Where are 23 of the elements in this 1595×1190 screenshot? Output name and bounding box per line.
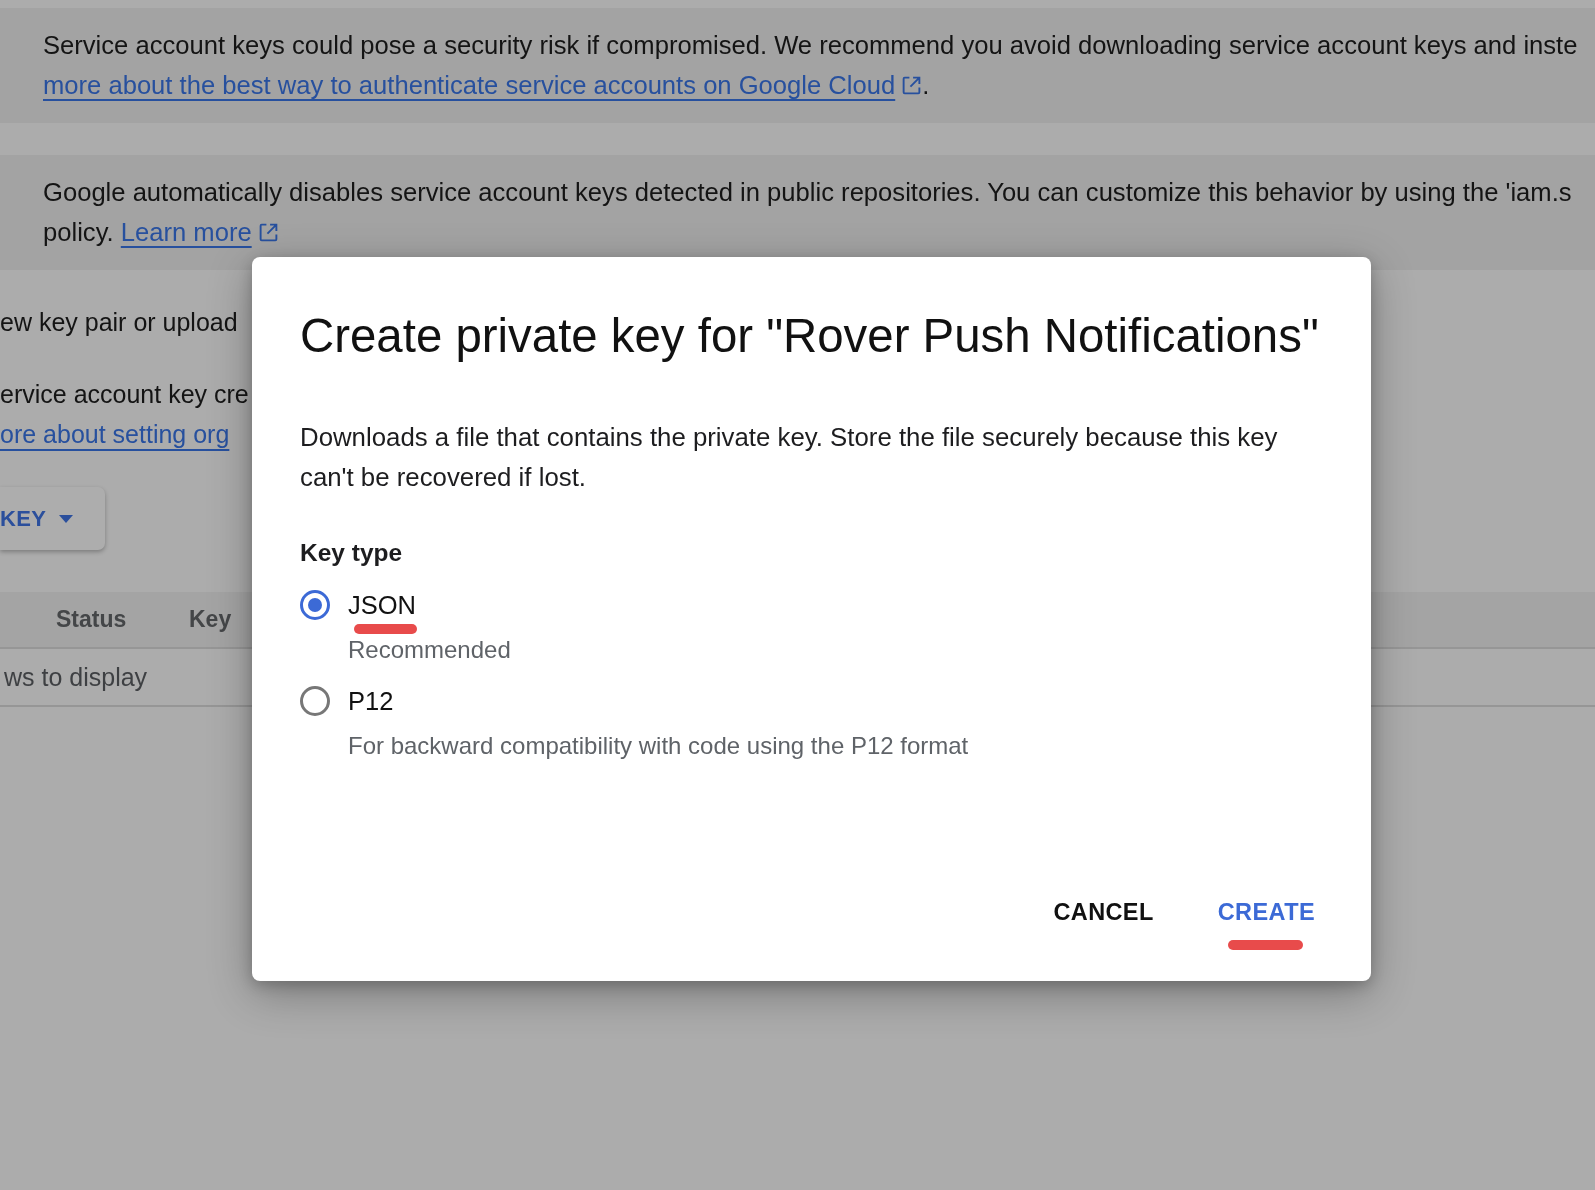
radio-button[interactable]	[300, 590, 330, 620]
empty-table-message: ws to display	[3, 662, 148, 692]
radio-label[interactable]: P12	[348, 684, 394, 718]
radio-label[interactable]: JSON	[348, 588, 416, 622]
dialog-title: Create private key for "Rover Push Notifications"	[300, 308, 1319, 364]
dialog-description: Downloads a file that contains the private key. Store the file securely because this key can't be recovered if lost.	[300, 422, 1279, 493]
option-description: For backward compatibility with code using the P12 format	[348, 731, 969, 761]
column-header: Status	[56, 606, 128, 633]
link[interactable]: ore about setting org	[0, 414, 230, 454]
column-header: Key	[189, 606, 232, 633]
link[interactable]: more about the best way to authenticate service accounts on Google Cloud	[43, 71, 923, 99]
banner-text: more about the best way to authenticate service accounts on Google Cloud .	[43, 70, 930, 101]
link[interactable]: Learn more	[120, 218, 279, 246]
add-key-button[interactable]: KEY	[0, 487, 106, 550]
caret-icon	[59, 514, 74, 523]
banner-text: Service account keys could pose a security risk if compromised. We recommend you avoid downloading service account keys and inste	[43, 30, 1578, 61]
banner-text: Google automatically disables service account keys detected in public repositories. You can customize this behavior by using the 'iam.s	[43, 177, 1572, 208]
key-type-label: Key type	[300, 538, 403, 568]
body-text: ew key pair or upload	[0, 307, 238, 338]
banner-text: policy. Learn more	[43, 212, 279, 252]
body-text: ervice account key cre	[0, 379, 249, 410]
radio-button[interactable]	[300, 686, 330, 716]
option-description: Recommended	[348, 635, 511, 665]
